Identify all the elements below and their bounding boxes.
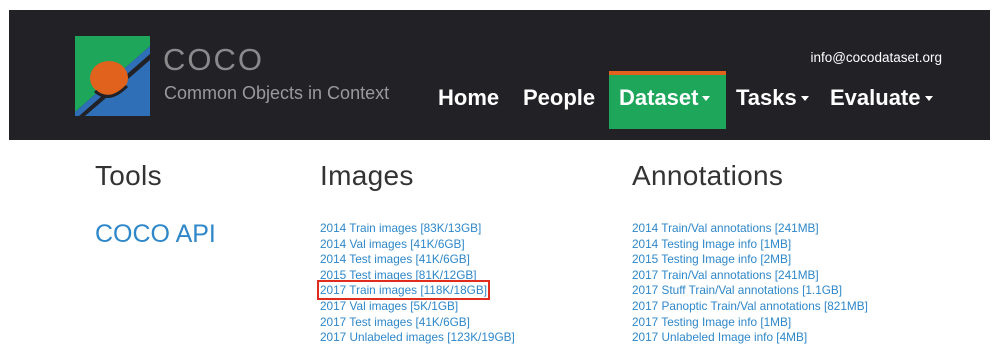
images-link-2014-train[interactable]: 2014 Train images [83K/13GB] <box>320 221 515 237</box>
tools-heading: Tools <box>95 160 162 191</box>
contact-email-link[interactable]: info@cocodataset.org <box>810 51 942 65</box>
images-link-2017-train: 2017 Train images [118K/18GB] <box>316 280 515 301</box>
annotations-heading: Annotations <box>632 160 784 191</box>
nav-home[interactable]: Home <box>438 84 499 112</box>
nav-evaluate-label: Evaluate <box>830 85 921 110</box>
highlighted-link-box[interactable]: 2017 Train images [118K/18GB] <box>316 280 491 301</box>
annotations-link-2017-stuff[interactable]: 2017 Stuff Train/Val annotations [1.1GB] <box>632 283 868 299</box>
site-header: COCO Common Objects in Context info@coco… <box>9 10 990 140</box>
brand-tagline: Common Objects in Context <box>164 83 390 103</box>
images-link-list: 2014 Train images [83K/13GB] 2014 Val im… <box>316 221 515 346</box>
page: COCO Common Objects in Context info@coco… <box>0 0 1000 361</box>
images-link-2014-test[interactable]: 2014 Test images [41K/6GB] <box>320 252 515 268</box>
coco-logo-icon[interactable] <box>75 36 150 116</box>
images-link-2017-test[interactable]: 2017 Test images [41K/6GB] <box>320 315 515 331</box>
caret-down-icon <box>924 95 933 101</box>
images-link-2014-val[interactable]: 2014 Val images [41K/6GB] <box>320 237 515 253</box>
annotations-link-2017-test-info[interactable]: 2017 Testing Image info [1MB] <box>632 315 868 331</box>
nav-evaluate[interactable]: Evaluate <box>830 84 933 112</box>
nav-dataset: Dataset <box>619 84 711 112</box>
annotations-link-list: 2014 Train/Val annotations [241MB] 2014 … <box>632 221 868 346</box>
nav-dataset-active-tab[interactable]: Dataset <box>609 71 726 129</box>
brand-name: COCO <box>163 42 264 77</box>
annotations-link-2014-test-info[interactable]: 2014 Testing Image info [1MB] <box>632 237 868 253</box>
caret-down-icon <box>800 95 809 101</box>
nav-tasks-label: Tasks <box>736 85 797 110</box>
annotations-link-2017-trainval[interactable]: 2017 Train/Val annotations [241MB] <box>632 268 868 284</box>
annotations-link-2017-panoptic[interactable]: 2017 Panoptic Train/Val annotations [821… <box>632 299 868 315</box>
images-heading: Images <box>320 160 414 191</box>
images-link-2017-unlabeled[interactable]: 2017 Unlabeled images [123K/19GB] <box>320 330 515 346</box>
annotations-link-2014-trainval[interactable]: 2014 Train/Val annotations [241MB] <box>632 221 868 237</box>
annotations-link-2015-test-info[interactable]: 2015 Testing Image info [2MB] <box>632 252 868 268</box>
annotations-link-2017-unlabeled-info[interactable]: 2017 Unlabeled Image info [4MB] <box>632 330 868 346</box>
coco-api-link[interactable]: COCO API <box>95 222 216 247</box>
caret-down-icon <box>702 95 711 101</box>
nav-dataset-label: Dataset <box>619 85 699 110</box>
images-link-2015-test[interactable]: 2015 Test images [81K/12GB] <box>320 268 515 284</box>
nav-tasks[interactable]: Tasks <box>736 84 809 112</box>
nav-people[interactable]: People <box>523 84 595 112</box>
images-link-2017-val[interactable]: 2017 Val images [5K/1GB] <box>320 299 515 315</box>
